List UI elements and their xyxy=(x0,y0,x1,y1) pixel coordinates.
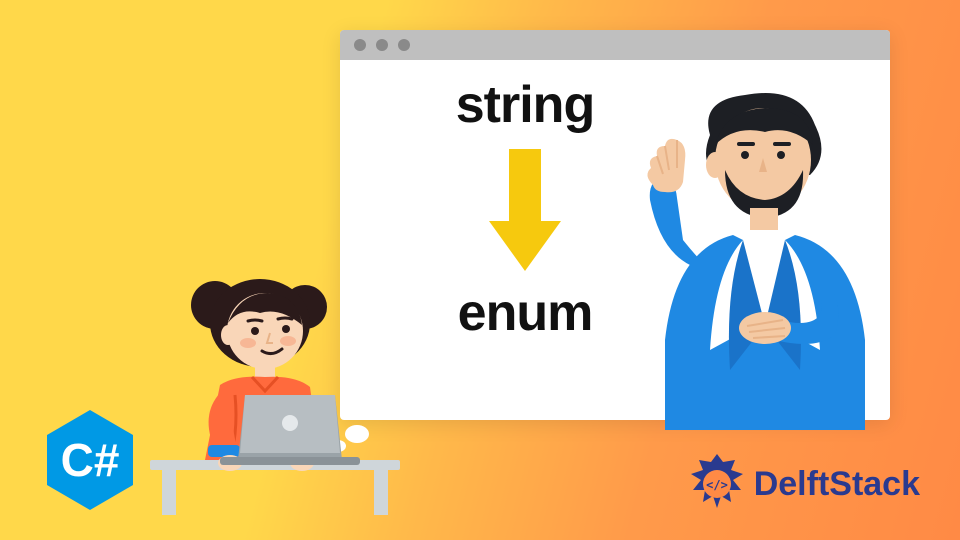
svg-text:</>: </> xyxy=(706,478,728,492)
delftstack-brand: </> DelftStack xyxy=(686,453,920,515)
hexagon-icon: C# xyxy=(40,410,140,510)
brand-name: DelftStack xyxy=(754,465,920,504)
window-titlebar xyxy=(340,30,890,60)
csharp-label: C# xyxy=(61,433,120,487)
man-illustration xyxy=(615,90,905,430)
csharp-badge: C# xyxy=(40,410,140,510)
delftstack-logo-icon: </> xyxy=(686,453,748,515)
window-dot-icon xyxy=(354,39,366,51)
window-dot-icon xyxy=(376,39,388,51)
down-arrow-icon xyxy=(500,149,550,269)
window-dot-icon xyxy=(398,39,410,51)
keyword-top: string xyxy=(400,75,650,135)
girl-illustration xyxy=(160,235,440,515)
